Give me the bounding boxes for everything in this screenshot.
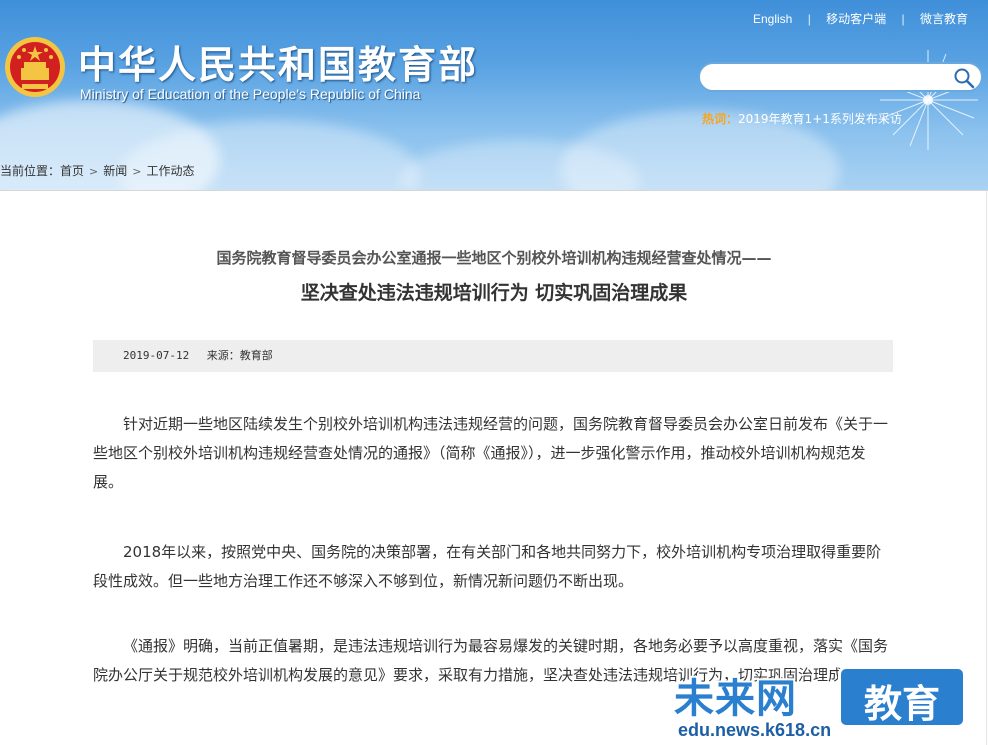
article-paragraph: 针对近期一些地区陆续发生个别校外培训机构违法违规经营的问题，国务院教育督导委员会… [93, 415, 889, 491]
weiyan-education-link[interactable]: 微言教育 [920, 12, 968, 26]
breadcrumb-work-news[interactable]: 工作动态 [146, 164, 194, 178]
english-link[interactable]: English [753, 12, 792, 26]
search-box [698, 62, 983, 92]
watermark-url: edu.news.k618.cn [678, 720, 832, 740]
watermark-logo: 未来网 教育 edu.news.k618.cn [668, 664, 978, 744]
watermark-text: 未来网 [674, 676, 797, 722]
site-header: 中华人民共和国教育部 Ministry of Education of the … [0, 0, 988, 190]
search-input[interactable] [712, 64, 956, 92]
article-source: 来源：教育部 [206, 349, 273, 362]
article-meta: 2019-07-12 来源：教育部 [93, 340, 893, 372]
article-subtitle: 国务院教育督导委员会办公室通报一些地区个别校外培训机构违规经营查处情况—— [216, 249, 772, 267]
breadcrumb-news[interactable]: 新闻 [103, 164, 127, 178]
article-title: 坚决查处违法违规培训行为 切实巩固治理成果 [300, 282, 688, 304]
article-date: 2019-07-12 [123, 349, 190, 362]
site-title-cn[interactable]: 中华人民共和国教育部 [78, 34, 478, 89]
watermark-badge-text: 教育 [863, 682, 940, 726]
chevron-right-icon: > [89, 165, 99, 178]
breadcrumb-prefix: 当前位置： [0, 164, 61, 178]
article-paragraph: 2018年以来，按照党中央、国务院的决策部署，在有关部门和各地共同努力下，校外培… [93, 543, 882, 590]
content-border [986, 191, 987, 745]
breadcrumb: 当前位置：首页 > 新闻 > 工作动态 [0, 162, 195, 179]
search-icon[interactable] [953, 67, 975, 89]
top-links: English | 移动客户端 | 微言教育 [753, 10, 968, 27]
mobile-client-link[interactable]: 移动客户端 [826, 12, 886, 26]
separator: | [901, 12, 905, 26]
site-title-en[interactable]: Ministry of Education of the People's Re… [80, 86, 420, 102]
breadcrumb-home[interactable]: 首页 [60, 164, 84, 178]
watermark-badge: 教育 [838, 666, 966, 728]
header-divider [0, 190, 988, 191]
hot-word-link[interactable]: 2019年教育1+1系列发布采访 [738, 112, 902, 126]
hot-words-label: 热词： [702, 112, 739, 126]
dandelion-decoration [880, 50, 978, 150]
hot-words: 热词：2019年教育1+1系列发布采访 [702, 110, 902, 127]
national-emblem-logo [5, 37, 65, 97]
separator: | [807, 12, 811, 26]
chevron-right-icon: > [132, 165, 142, 178]
